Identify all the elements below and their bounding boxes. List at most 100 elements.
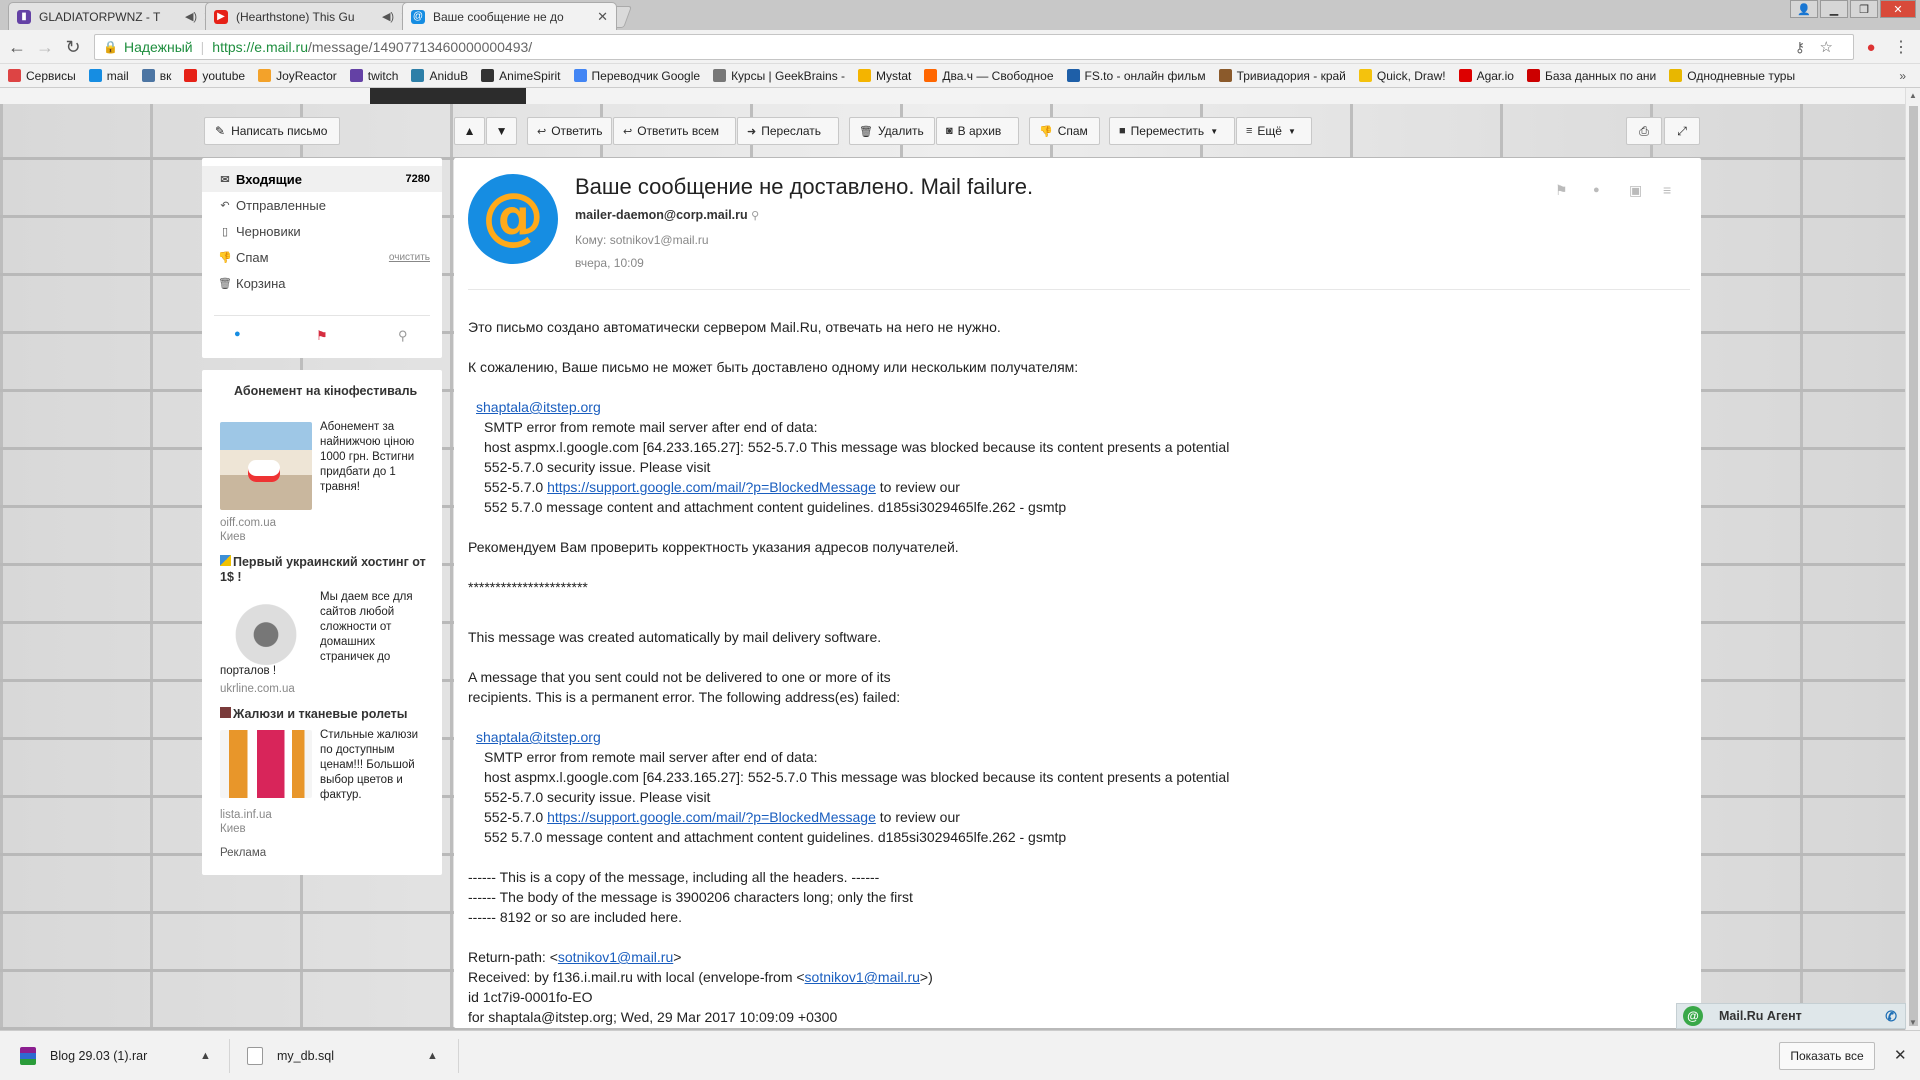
archive-button[interactable]: ◙ В архив (936, 117, 1019, 145)
minimize-icon[interactable]: ▁ (1820, 0, 1848, 18)
blocked-message-link[interactable]: https://support.google.com/mail/?p=Block… (547, 479, 876, 495)
recipient-link[interactable]: shaptala@itstep.org (476, 729, 601, 745)
bookmark-item[interactable]: Тривиадория - край (1218, 69, 1346, 83)
mail-at-icon: @ (482, 179, 544, 252)
read-status-icon[interactable]: ● (1593, 184, 1600, 196)
speaker-icon[interactable]: ◀) (185, 10, 197, 23)
folder-trash[interactable]: 🗑 Корзина (202, 270, 442, 296)
folder-inbox[interactable]: ✉ Входящие 7280 (202, 166, 442, 192)
bookmark-item[interactable]: Переводчик Google (573, 69, 700, 83)
search-icon[interactable]: ⚲ (751, 210, 759, 222)
prev-message-button[interactable]: ▲ (454, 117, 485, 145)
bookmark-item[interactable]: Quick, Draw! (1358, 69, 1446, 83)
folder-drafts[interactable]: ▯ Черновики (202, 218, 442, 244)
forward-button[interactable]: ➜ Переслать (737, 117, 839, 145)
sent-icon: ↶ (220, 199, 230, 212)
next-message-button[interactable]: ▼ (486, 117, 517, 145)
ad-source[interactable]: lista.inf.ua (220, 808, 272, 823)
extension-icon[interactable]: ● (1860, 36, 1882, 58)
ad-title[interactable]: Абонемент на кінофестиваль (234, 384, 434, 399)
sender-address[interactable]: mailer-daemon@corp.mail.ru ⚲ (575, 208, 759, 222)
restore-icon[interactable]: ❐ (1850, 0, 1878, 18)
download-item[interactable]: my_db.sql ▲ (247, 1043, 443, 1069)
more-button[interactable]: ≡ Ещё ▼ (1236, 117, 1312, 145)
back-icon[interactable]: ← (6, 36, 28, 58)
chevron-up-icon[interactable]: ▲ (427, 1050, 438, 1062)
flag-icon[interactable]: ⚑ (1555, 182, 1568, 199)
chevron-up-icon[interactable]: ▲ (200, 1050, 211, 1062)
ad-image[interactable] (220, 730, 312, 798)
more-bookmarks-icon[interactable]: » (1899, 69, 1906, 83)
ad-title[interactable]: Жалюзи и тканевые ролеты (220, 707, 430, 722)
bookmark-item[interactable]: Mystat (858, 69, 911, 83)
phone-icon[interactable]: ✆ (1885, 1008, 1897, 1025)
sender-avatar: @ (468, 174, 558, 264)
menu-icon[interactable]: ⋮ (1890, 36, 1912, 58)
speaker-icon[interactable]: ◀) (382, 10, 394, 23)
spam-button[interactable]: 👎 Спам (1029, 117, 1100, 145)
ad-image[interactable] (220, 422, 312, 510)
show-all-downloads-button[interactable]: Показать все (1779, 1042, 1875, 1070)
reload-icon[interactable]: ↻ (62, 36, 84, 58)
bookmark-item[interactable]: вк (141, 69, 171, 83)
bookmark-icon (1669, 69, 1683, 82)
bookmark-icon (8, 69, 21, 82)
ads-panel: Абонемент на кінофестиваль Абонемент за … (202, 370, 442, 875)
print-button[interactable]: ⎙ (1626, 117, 1662, 145)
bookmark-item[interactable]: Однодневные туры (1669, 69, 1795, 83)
file-icon (247, 1047, 263, 1065)
bookmark-item[interactable]: База данных по ани (1526, 69, 1656, 83)
ad-source[interactable]: ukrline.com.ua (220, 682, 295, 697)
bookmark-item[interactable]: AniduB (411, 69, 468, 83)
reply-button[interactable]: ↩ Ответить (527, 117, 612, 145)
recipient-link[interactable]: shaptala@itstep.org (476, 399, 601, 415)
tab-twitch[interactable]: ▮ GLADIATORPWNZ - T ◀) ✕ (8, 2, 223, 30)
compose-button[interactable]: ✎ Написать письмо (204, 117, 340, 145)
bookmark-item[interactable]: youtube (184, 69, 245, 83)
bookmark-item[interactable]: FS.to - онлайн фильм (1066, 69, 1206, 83)
tab-mail[interactable]: @ Ваше сообщение не до ✕ (402, 2, 617, 30)
profile-icon[interactable]: 👤 (1790, 0, 1818, 18)
address-bar[interactable]: 🔒 Надежный | https://e.mail.ru /message/… (94, 34, 1854, 60)
twitch-icon: ▮ (17, 9, 31, 24)
ad-title[interactable]: Первый украинский хостинг от 1$ ! (220, 555, 430, 585)
ads-label[interactable]: Реклама (220, 846, 266, 861)
forward-icon[interactable]: → (34, 36, 56, 58)
folder-spam[interactable]: 👎 Спам очистить (202, 244, 442, 270)
bookmark-item[interactable]: JoyReactor (258, 69, 337, 83)
bookmark-icon (258, 69, 272, 82)
mail-agent-bar[interactable]: @ Mail.Ru Агент ✆ (1676, 1003, 1906, 1029)
bookmark-item[interactable]: Agar.io (1458, 69, 1514, 83)
menu-icon[interactable]: ≡ (1663, 182, 1671, 198)
attachment-filter-icon[interactable]: ⚲ (398, 328, 408, 344)
bookmark-item[interactable]: AnimeSpirit (481, 69, 561, 83)
bookmark-item[interactable]: Курсы | GeekBrains - (713, 69, 845, 83)
bookmark-icon (1458, 69, 1472, 82)
reply-all-button[interactable]: ↩ Ответить всем (613, 117, 736, 145)
window-close-icon[interactable]: ✕ (1880, 0, 1916, 18)
ad-source[interactable]: oiff.com.ua (220, 516, 276, 531)
move-button[interactable]: ■ Переместить ▼ (1109, 117, 1235, 145)
unread-filter-icon[interactable]: ● (234, 328, 241, 340)
clear-spam-link[interactable]: очистить (389, 252, 430, 263)
folder-sent[interactable]: ↶ Отправленные (202, 192, 442, 218)
envelope-from-link[interactable]: sotnikov1@mail.ru (805, 969, 920, 985)
bookmark-item[interactable]: Два.ч — Свободное (924, 69, 1054, 83)
image-icon[interactable]: ▣ (1629, 182, 1642, 199)
key-icon[interactable]: ⚷ (1795, 39, 1805, 56)
tab-youtube[interactable]: ▶ (Hearthstone) This Gu ◀) ✕ (205, 2, 420, 30)
close-icon[interactable]: ✕ (597, 9, 608, 25)
flag-filter-icon[interactable]: ⚑ (316, 328, 328, 344)
folder-icon: ■ (1119, 125, 1126, 137)
star-icon[interactable]: ☆ (1820, 38, 1833, 56)
blocked-message-link[interactable]: https://support.google.com/mail/?p=Block… (547, 809, 876, 825)
bookmark-item[interactable]: Сервисы (8, 69, 76, 83)
download-item[interactable]: Blog 29.03 (1).rar ▲ (20, 1043, 216, 1069)
bookmark-item[interactable]: twitch (349, 69, 398, 83)
delete-button[interactable]: 🗑 Удалить (849, 117, 935, 145)
close-icon[interactable]: ✕ (1894, 1046, 1907, 1064)
vertical-scrollbar[interactable]: ▲ ▼ (1905, 88, 1920, 1030)
bookmark-item[interactable]: mail (88, 69, 129, 83)
fullscreen-button[interactable]: ⤢ (1664, 117, 1700, 145)
return-path-link[interactable]: sotnikov1@mail.ru (558, 949, 673, 965)
